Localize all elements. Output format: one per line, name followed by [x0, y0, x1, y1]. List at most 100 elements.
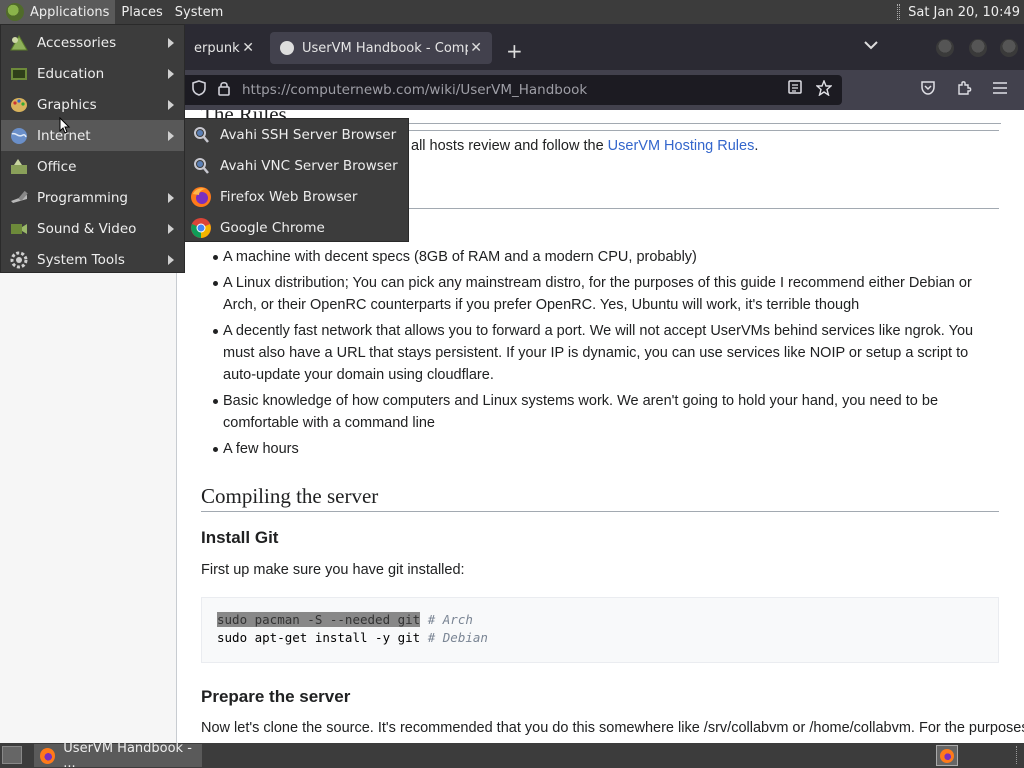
menu-item-sound-video[interactable]: Sound & Video — [1, 213, 184, 244]
menu-item-google-chrome[interactable]: Google Chrome — [185, 212, 408, 243]
menu-item-internet[interactable]: Internet — [1, 120, 184, 151]
applications-label: Applications — [30, 4, 110, 20]
list-item: A machine with decent specs (8GB of RAM … — [201, 246, 1001, 268]
tab-label: UserVM Handbook - Compu — [302, 40, 468, 56]
menu-item-label: Firefox Web Browser — [220, 188, 358, 205]
show-desktop-button[interactable] — [2, 746, 22, 764]
top-panel: Applications Places System Sat Jan 20, 1… — [0, 0, 1024, 24]
menu-item-label: Avahi SSH Server Browser — [220, 126, 397, 143]
extensions-puzzle-icon[interactable] — [956, 80, 972, 100]
submenu-arrow-icon — [168, 68, 174, 79]
menu-item-label: Education — [37, 65, 105, 82]
system-menu[interactable]: System — [169, 0, 229, 24]
favicon-icon — [280, 41, 294, 55]
clock[interactable]: Sat Jan 20, 10:49 — [897, 0, 1020, 24]
firefox-icon — [40, 747, 56, 764]
applications-dropdown: Accessories Education Graphics Internet … — [0, 24, 185, 273]
avahi-ssh-icon — [190, 124, 212, 146]
menu-item-graphics[interactable]: Graphics — [1, 89, 184, 120]
close-tab-icon[interactable]: ✕ — [470, 40, 482, 56]
internet-submenu: Avahi SSH Server Browser Avahi VNC Serve… — [184, 118, 409, 242]
submenu-arrow-icon — [168, 130, 174, 141]
menu-item-avahi-vnc[interactable]: Avahi VNC Server Browser — [185, 150, 408, 181]
list-item: A Linux distribution; You can pick any m… — [201, 272, 1001, 316]
menu-item-label: System Tools — [37, 251, 125, 268]
close-window-button[interactable] — [1000, 39, 1018, 57]
hosting-rules-link[interactable]: UserVM Hosting Rules — [608, 138, 755, 154]
menu-item-programming[interactable]: Programming — [1, 182, 184, 213]
requirements-list: A machine with decent specs (8GB of RAM … — [201, 246, 1001, 464]
submenu-arrow-icon — [168, 192, 174, 203]
office-icon — [8, 157, 30, 177]
taskbar-firefox-window[interactable]: UserVM Handbook - ... — [34, 740, 202, 768]
menu-item-label: Office — [37, 158, 77, 175]
menu-item-avahi-ssh[interactable]: Avahi SSH Server Browser — [185, 119, 408, 150]
firefox-icon — [940, 749, 954, 763]
code-selected-text: sudo pacman -S --needed git — [217, 612, 421, 627]
close-tab-icon[interactable]: ✕ — [242, 40, 254, 56]
internet-icon — [8, 126, 30, 146]
maximize-button[interactable] — [969, 39, 987, 57]
applications-menu[interactable]: Applications — [0, 0, 116, 24]
install-git-text: First up make sure you have git installe… — [201, 562, 465, 578]
reader-view-icon[interactable] — [788, 80, 802, 100]
submenu-arrow-icon — [168, 37, 174, 48]
tab-cyberpunk[interactable]: erpunk W ✕ — [184, 32, 264, 64]
distro-logo-icon — [6, 3, 24, 21]
graphics-icon — [8, 95, 30, 115]
prepare-server-heading: Prepare the server — [201, 687, 351, 706]
rules-paragraph: all hosts review and follow the UserVM H… — [411, 138, 759, 154]
menu-item-label: Programming — [37, 189, 128, 206]
install-git-heading: Install Git — [201, 528, 279, 547]
bookmark-star-icon[interactable] — [815, 79, 833, 100]
menu-item-label: Graphics — [37, 96, 97, 113]
prepare-server-text: Now let's clone the source. It's recomme… — [201, 720, 1024, 736]
accessories-icon — [8, 33, 30, 53]
tracking-protection-shield-icon[interactable] — [192, 80, 206, 100]
panel-grip — [897, 4, 901, 20]
bottom-panel: UserVM Handbook - ... — [0, 740, 1024, 768]
url-bar[interactable]: https://computernewb.com/wiki/UserVM_Han… — [180, 75, 842, 105]
list-item: A decently fast network that allows you … — [201, 320, 1001, 386]
firefox-icon — [190, 186, 212, 208]
avahi-vnc-icon — [190, 155, 212, 177]
clock-text: Sat Jan 20, 10:49 — [908, 4, 1020, 20]
code-comment: # Arch — [427, 612, 473, 627]
lock-icon[interactable] — [218, 81, 230, 100]
menu-item-system-tools[interactable]: System Tools — [1, 244, 184, 275]
menu-item-firefox[interactable]: Firefox Web Browser — [185, 181, 408, 212]
panel-grip — [1016, 746, 1019, 764]
pocket-icon[interactable] — [920, 80, 936, 100]
code-text: sudo apt-get install -y git — [217, 630, 421, 645]
menu-item-office[interactable]: Office — [1, 151, 184, 182]
list-item: Basic knowledge of how computers and Lin… — [201, 390, 1001, 434]
hamburger-menu-icon[interactable] — [992, 80, 1008, 99]
education-icon — [8, 64, 30, 84]
menu-item-label: Sound & Video — [37, 220, 137, 237]
menu-item-label: Accessories — [37, 34, 117, 51]
new-tab-button[interactable]: + — [506, 39, 523, 63]
system-label: System — [174, 4, 224, 20]
menu-item-label: Avahi VNC Server Browser — [220, 157, 398, 174]
places-menu[interactable]: Places — [115, 0, 168, 24]
tab-uservm-handbook[interactable]: UserVM Handbook - Compu ✕ — [270, 32, 492, 64]
minimize-button[interactable] — [936, 39, 954, 57]
system-tools-icon — [8, 250, 30, 270]
code-block[interactable]: sudo pacman -S --needed git # Arch sudo … — [201, 597, 999, 663]
menu-item-accessories[interactable]: Accessories — [1, 27, 184, 58]
tab-label: erpunk W — [194, 40, 242, 56]
places-label: Places — [121, 4, 163, 20]
submenu-arrow-icon — [168, 99, 174, 110]
programming-icon — [8, 188, 30, 208]
chrome-icon — [190, 217, 212, 239]
url-text: https://computernewb.com/wiki/UserVM_Han… — [242, 82, 588, 98]
list-tabs-chevron-icon[interactable] — [864, 38, 878, 54]
workspace-switcher[interactable] — [936, 745, 958, 766]
submenu-arrow-icon — [168, 223, 174, 234]
list-item: A few hours — [201, 438, 1001, 460]
submenu-arrow-icon — [168, 254, 174, 265]
sound-video-icon — [8, 219, 30, 239]
taskbar-label: UserVM Handbook - ... — [63, 740, 192, 768]
menu-item-label: Google Chrome — [220, 219, 325, 236]
menu-item-education[interactable]: Education — [1, 58, 184, 89]
